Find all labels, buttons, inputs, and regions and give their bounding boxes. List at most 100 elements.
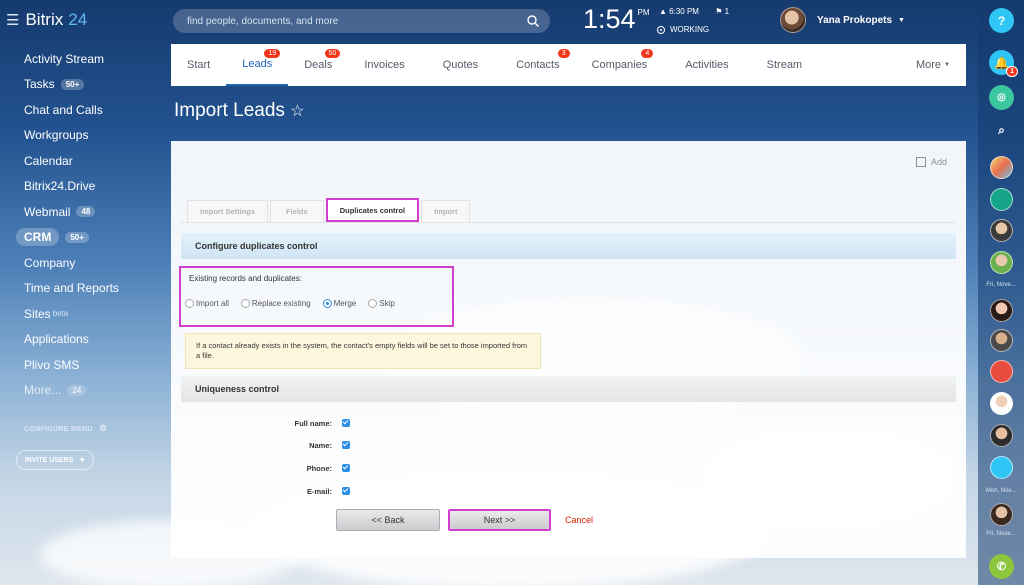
search-input[interactable]: find people, documents, and more (173, 9, 550, 33)
sidebar-item-company[interactable]: Company (0, 250, 170, 276)
avatar[interactable] (990, 251, 1013, 274)
help-button[interactable]: ? (989, 8, 1014, 33)
import-panel: Add Import Settings Fields Duplicates co… (171, 141, 966, 558)
radio-button[interactable] (185, 299, 194, 308)
menu-icon[interactable]: ☰ (6, 11, 19, 29)
subtab-label: Fields (286, 207, 308, 216)
avatar[interactable] (990, 360, 1013, 383)
sidebar-item-label: Bitrix24.Drive (24, 179, 96, 194)
sidebar-item-calendar[interactable]: Calendar (0, 148, 170, 174)
tab-companies[interactable]: 4 Companies (576, 44, 664, 86)
sidebar-item-label: Chat and Calls (24, 102, 103, 117)
flag-icon: ⚑ (715, 7, 723, 16)
beta-label: beta (52, 309, 69, 319)
tab-import[interactable]: Import (421, 200, 471, 222)
page-title: Import Leads ☆ (174, 100, 305, 122)
star-icon[interactable]: ☆ (290, 103, 304, 120)
checkbox[interactable] (342, 487, 350, 495)
sidebar-item-more[interactable]: More... 24 (0, 378, 170, 404)
avatar[interactable] (990, 456, 1013, 479)
avatar[interactable] (990, 188, 1013, 211)
add-button[interactable]: Add (915, 157, 947, 167)
checkbox[interactable] (342, 419, 350, 427)
tab-contacts[interactable]: 3 Contacts (500, 44, 575, 86)
checkbox[interactable] (342, 441, 350, 449)
work-status[interactable]: WORKING (657, 25, 709, 34)
sidebar-item-crm[interactable]: CRM 50+ (0, 225, 170, 251)
date-label: Fri, Nove... (986, 282, 1016, 288)
tab-quotes[interactable]: Quotes (421, 44, 500, 86)
radio-label: Skip (379, 299, 395, 308)
page-title-text: Import Leads (174, 100, 285, 121)
search-icon[interactable] (526, 14, 540, 28)
call-button[interactable]: ✆ (989, 554, 1014, 579)
clock[interactable]: 1:54 PM (583, 4, 650, 35)
sidebar-item-sites[interactable]: Sites beta (0, 301, 170, 327)
sidebar-item-label: CRM (16, 228, 60, 247)
invite-users-button[interactable]: INVITE USERS + (16, 450, 94, 470)
clock-extra: ▲ 6:30 PM ⚑ 1 (659, 7, 729, 16)
merge-hint: If a contact already exists in the syste… (185, 333, 541, 369)
sidebar-item-applications[interactable]: Applications (0, 327, 170, 353)
configure-menu-button[interactable]: CONFIGURE MENU ⚙ (24, 423, 107, 434)
avatar[interactable] (990, 156, 1013, 179)
radio-button[interactable] (368, 299, 378, 308)
avatar[interactable] (990, 392, 1013, 415)
radio-replace-existing[interactable]: Replace existing (240, 299, 311, 308)
duplicates-label: Existing records and duplicates: (189, 274, 302, 283)
tab-fields[interactable]: Fields (270, 200, 324, 222)
logo-version: 24 (68, 10, 88, 29)
radio-import-all[interactable]: Import all (185, 299, 229, 308)
uniqueness-row-phone: Phone: (171, 460, 571, 476)
tab-deals[interactable]: 50 Deals (288, 44, 348, 86)
subtab-label: Duplicates control (339, 205, 406, 215)
back-button[interactable]: << Back (336, 509, 440, 531)
checkbox[interactable] (342, 464, 350, 472)
tab-invoices[interactable]: Invoices (348, 44, 420, 86)
notifications-button[interactable]: 🔔 1 (989, 50, 1018, 77)
radio-merge[interactable]: Merge (322, 299, 356, 308)
sidebar-item-label: Company (24, 255, 76, 270)
tab-activities[interactable]: Activities (663, 44, 750, 86)
sidebar-item-chat[interactable]: Chat and Calls (0, 97, 170, 123)
tab-start[interactable]: Start (171, 44, 226, 86)
search-button[interactable]: ⌕ (989, 118, 1014, 143)
configure-menu-label: CONFIGURE MENU (24, 426, 93, 433)
tab-import-settings[interactable]: Import Settings (187, 200, 269, 222)
sidebar-item-webmail[interactable]: Webmail 48 (0, 199, 170, 225)
sidebar-item-plivo-sms[interactable]: Plivo SMS (0, 352, 170, 378)
avatar[interactable] (990, 299, 1013, 322)
alarm-time: 6:30 PM (669, 7, 699, 16)
logo-text: Bitrix (25, 10, 64, 29)
tab-label: Deals (304, 59, 333, 71)
radio-skip[interactable]: Skip (368, 299, 395, 308)
cancel-button[interactable]: Cancel (565, 509, 593, 531)
tab-stream[interactable]: Stream (751, 44, 818, 86)
radio-button[interactable] (322, 299, 332, 308)
edit-icon (915, 157, 926, 167)
sidebar-item-workgroups[interactable]: Workgroups (0, 123, 170, 149)
sidebar-item-drive[interactable]: Bitrix24.Drive (0, 174, 170, 200)
avatar[interactable] (990, 329, 1013, 352)
tab-duplicates-control[interactable]: Duplicates control (325, 198, 420, 222)
date-label: Fri, Nove... (986, 531, 1016, 537)
sidebar-item-activity-stream[interactable]: Activity Stream (0, 46, 170, 72)
user-menu[interactable]: Yana Prokopets ▼ (780, 7, 905, 33)
phone-icon: ✆ (996, 561, 1007, 573)
import-steps: Import Settings Fields Duplicates contro… (187, 198, 472, 222)
sidebar-item-time-reports[interactable]: Time and Reports (0, 276, 170, 302)
next-button[interactable]: Next >> (448, 509, 551, 531)
avatar[interactable] (990, 424, 1013, 447)
radio-button[interactable] (240, 299, 250, 308)
avatar[interactable] (990, 219, 1013, 242)
messenger-button[interactable]: ◎ (989, 85, 1014, 110)
tab-more[interactable]: More ▼ (900, 44, 966, 86)
tab-label: Start (187, 59, 211, 71)
sidebar-item-label: Plivo SMS (24, 357, 80, 372)
logo[interactable]: ☰ Bitrix 24 (6, 10, 87, 30)
tab-label: Invoices (364, 59, 405, 71)
chat-icon: ◎ (997, 92, 1006, 103)
avatar[interactable] (990, 503, 1013, 526)
sidebar-item-tasks[interactable]: Tasks 50+ (0, 72, 170, 98)
tab-leads[interactable]: 19 Leads (226, 44, 289, 86)
